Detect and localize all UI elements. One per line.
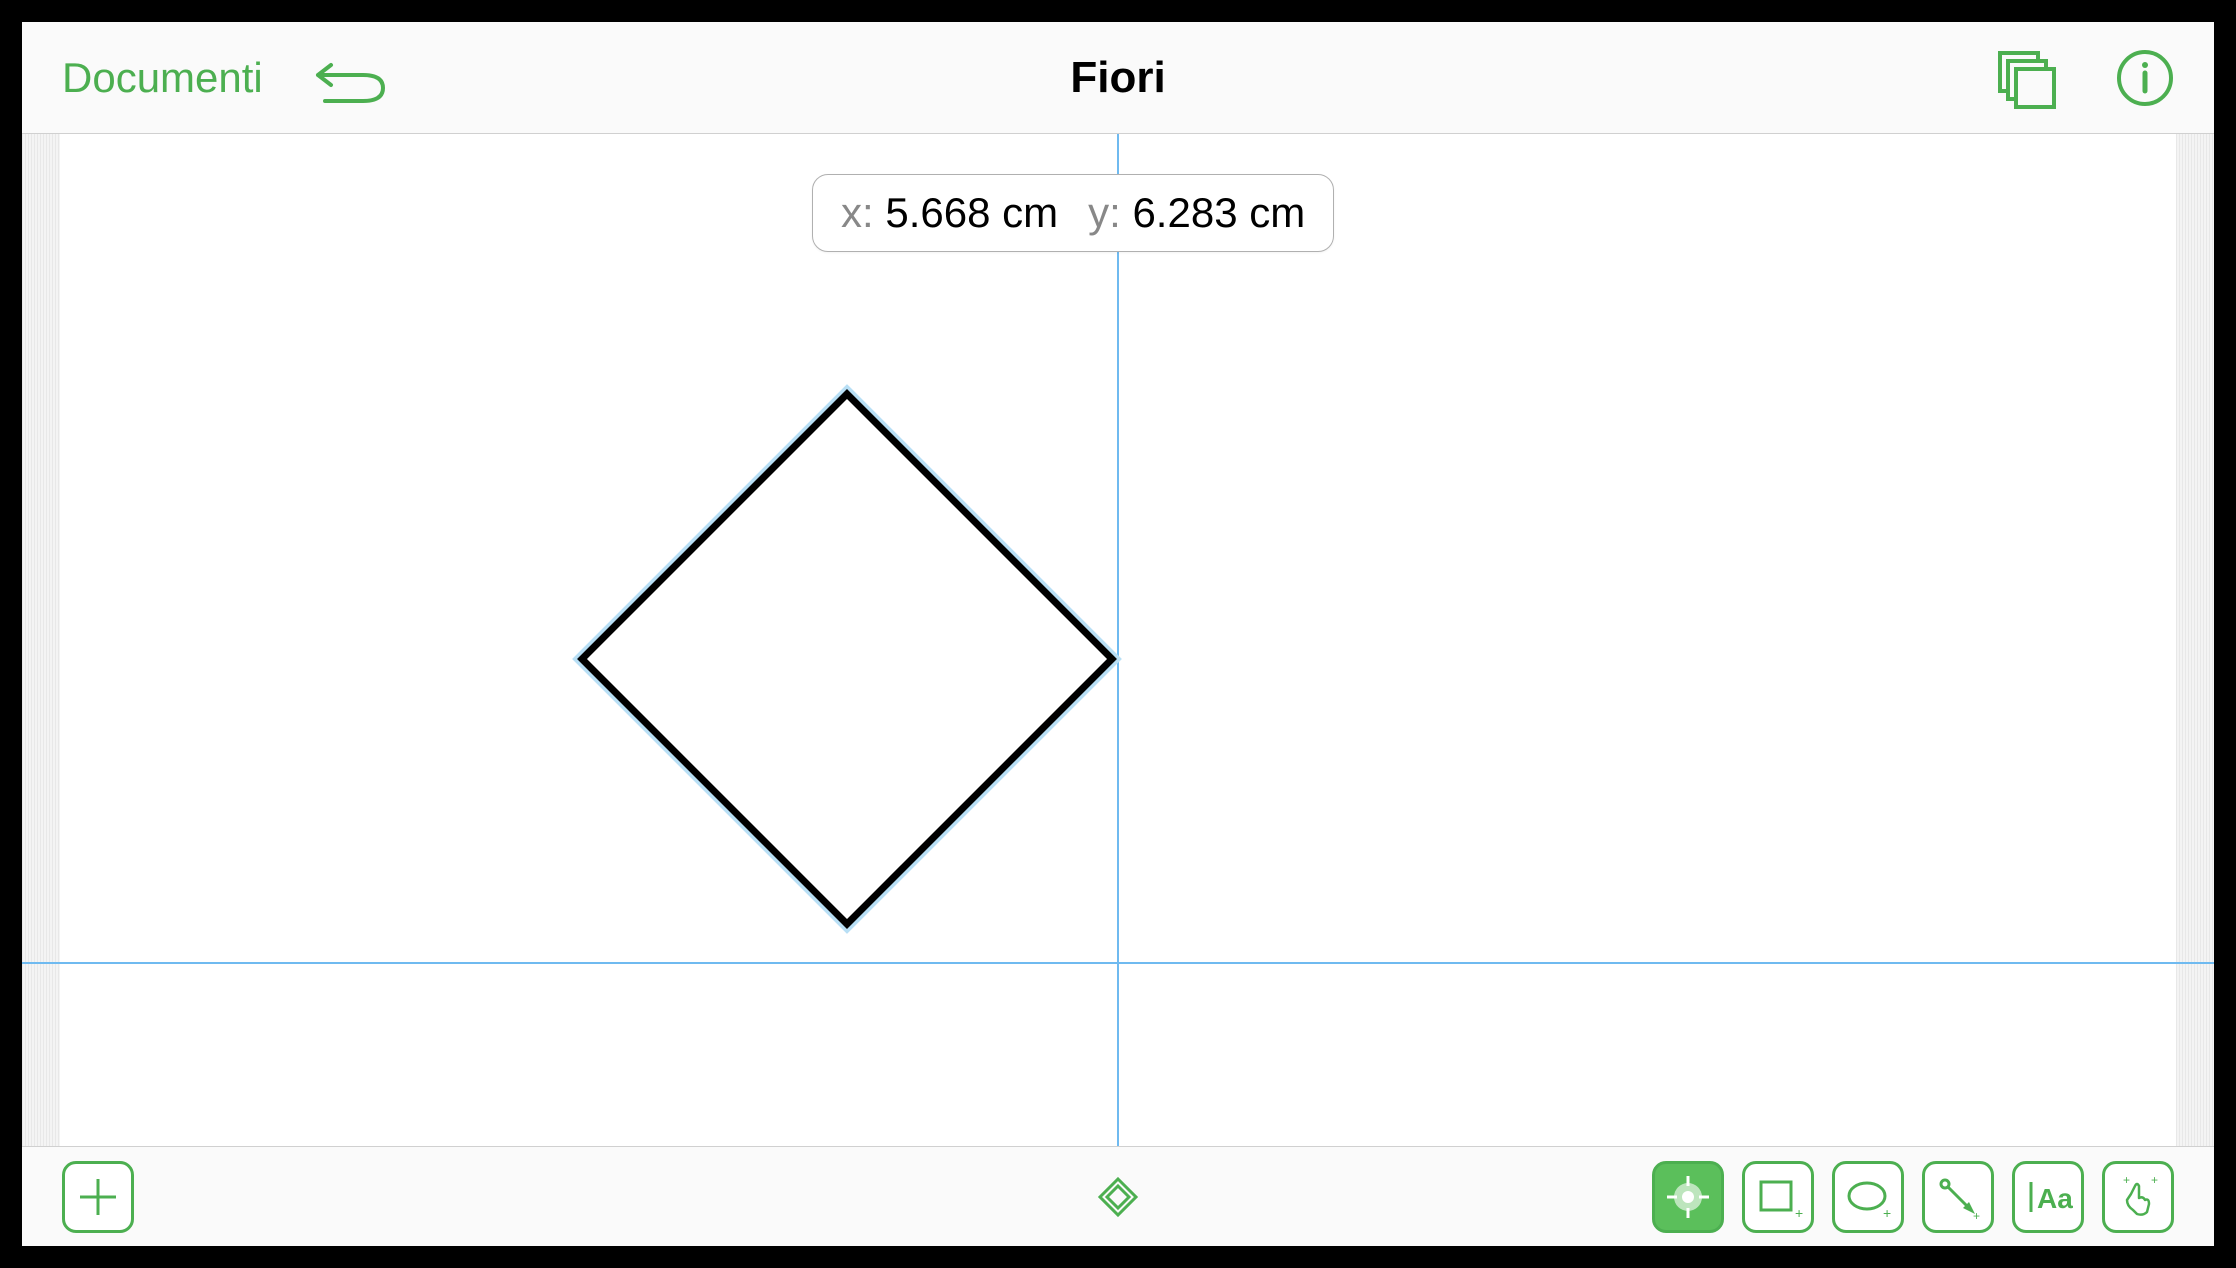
rectangle-tool-button[interactable]: +: [1742, 1161, 1814, 1233]
coord-x-value: 5.668 cm: [885, 189, 1058, 236]
diamond-shape[interactable]: [572, 384, 1122, 934]
coord-x-label: x:: [841, 189, 874, 236]
plus-icon: [76, 1175, 120, 1219]
ellipse-tool-button[interactable]: +: [1832, 1161, 1904, 1233]
svg-text:+: +: [2123, 1173, 2130, 1187]
svg-text:+: +: [1973, 1209, 1980, 1222]
layers-icon: [1994, 47, 2056, 109]
coord-y-value: 6.283 cm: [1132, 189, 1305, 236]
pen-tool-button[interactable]: +: [1922, 1161, 1994, 1233]
undo-icon: [313, 53, 393, 103]
coordinate-tooltip: x: 5.668 cm y: 6.283 cm: [812, 174, 1334, 252]
svg-text:+: +: [1795, 1205, 1803, 1221]
rectangle-icon: +: [1753, 1172, 1803, 1222]
pen-icon: +: [1933, 1172, 1983, 1222]
coord-y-label: y:: [1088, 189, 1121, 236]
add-button[interactable]: [62, 1161, 134, 1233]
coord-y-group: y: 6.283 cm: [1088, 189, 1305, 237]
point-tool-button[interactable]: [1652, 1161, 1724, 1233]
svg-text:+: +: [1883, 1205, 1891, 1221]
svg-text:Aa: Aa: [2037, 1183, 2073, 1214]
text-icon: Aa: [2023, 1172, 2073, 1222]
coord-x-group: x: 5.668 cm: [841, 189, 1058, 237]
info-button[interactable]: [2116, 49, 2174, 107]
device-frame: Documenti Fiori: [0, 0, 2236, 1268]
info-icon: [2116, 49, 2174, 107]
bottom-toolbar: + + +: [22, 1146, 2214, 1246]
undo-button[interactable]: [313, 53, 393, 103]
canvas-area[interactable]: x: 5.668 cm y: 6.283 cm: [22, 134, 2214, 1146]
documents-button[interactable]: Documenti: [62, 54, 263, 102]
svg-text:+: +: [2151, 1173, 2158, 1187]
canvas-margin-left: [22, 134, 60, 1146]
touch-tool-button[interactable]: + +: [2102, 1161, 2174, 1233]
app-screen: Documenti Fiori: [22, 22, 2214, 1246]
top-toolbar-left: Documenti: [62, 53, 393, 103]
layers-button[interactable]: [1994, 47, 2056, 109]
ellipse-icon: +: [1843, 1172, 1893, 1222]
diamond-icon: [1097, 1176, 1139, 1218]
crosshair-icon: [1663, 1172, 1713, 1222]
bottom-toolbar-center: [1097, 1176, 1139, 1218]
text-tool-button[interactable]: Aa: [2012, 1161, 2084, 1233]
canvas-margin-right: [2176, 134, 2214, 1146]
document-title: Fiori: [1070, 53, 1165, 103]
hand-icon: + +: [2113, 1172, 2163, 1222]
top-toolbar-right: [1994, 47, 2174, 109]
bottom-toolbar-left: [62, 1161, 134, 1233]
shape-indicator[interactable]: [1097, 1176, 1139, 1218]
bottom-toolbar-right: + + +: [1652, 1161, 2174, 1233]
top-toolbar: Documenti Fiori: [22, 22, 2214, 134]
